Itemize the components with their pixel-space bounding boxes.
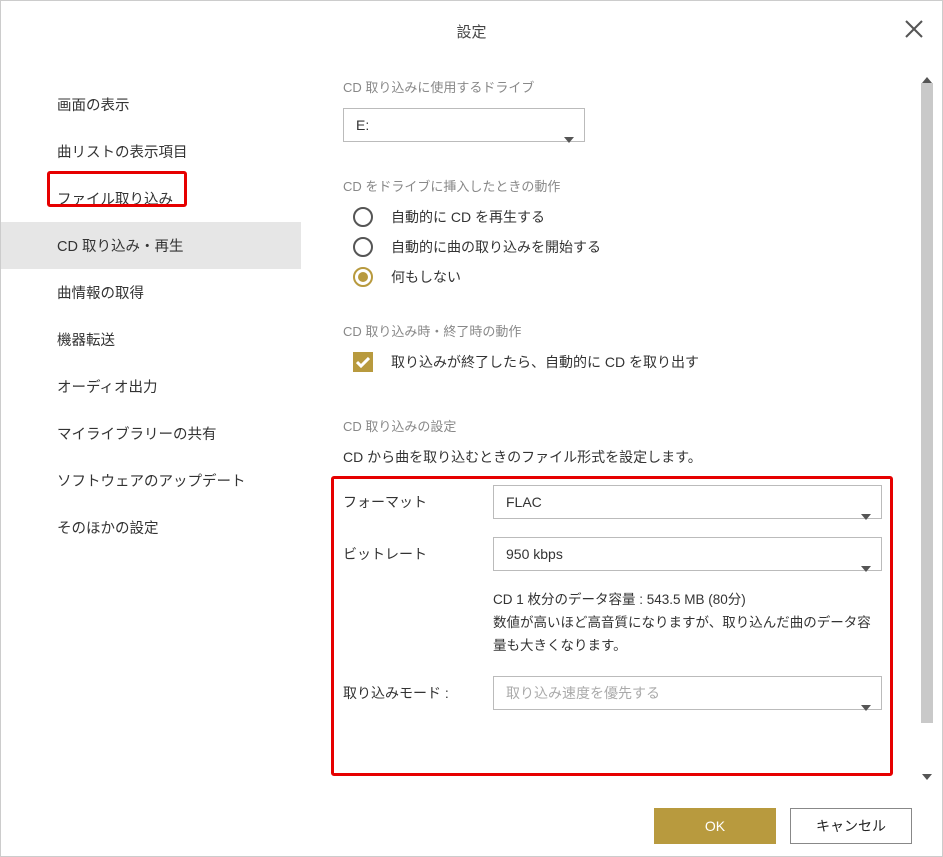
finish-heading: CD 取り込み時・終了時の動作 bbox=[343, 321, 882, 340]
sidebar-item-audio-output[interactable]: オーディオ出力 bbox=[1, 363, 301, 410]
radio-icon bbox=[353, 267, 373, 287]
scrollbar-thumb[interactable] bbox=[921, 83, 933, 723]
cancel-button[interactable]: キャンセル bbox=[790, 808, 912, 844]
mode-value: 取り込み速度を優先する bbox=[506, 685, 660, 701]
radio-do-nothing[interactable]: 何もしない bbox=[353, 267, 882, 287]
sidebar-item-software-update[interactable]: ソフトウェアのアップデート bbox=[1, 457, 301, 504]
radio-label: 自動的に曲の取り込みを開始する bbox=[391, 237, 601, 257]
sidebar-item-other[interactable]: そのほかの設定 bbox=[1, 504, 301, 551]
radio-icon bbox=[353, 207, 373, 227]
radio-auto-play[interactable]: 自動的に CD を再生する bbox=[353, 207, 882, 227]
size-note: CD 1 枚分のデータ容量 : 543.5 MB (80分) bbox=[493, 589, 882, 612]
dialog-title: 設定 bbox=[456, 24, 486, 41]
rip-heading: CD 取り込みの設定 bbox=[343, 416, 882, 435]
format-value: FLAC bbox=[506, 494, 542, 510]
check-label: 取り込みが終了したら、自動的に CD を取り出す bbox=[391, 352, 699, 372]
bitrate-value: 950 kbps bbox=[506, 546, 563, 562]
chevron-down-icon bbox=[564, 122, 574, 154]
sidebar-item-song-info[interactable]: 曲情報の取得 bbox=[1, 269, 301, 316]
chevron-down-icon bbox=[861, 499, 871, 531]
chevron-down-icon bbox=[861, 551, 871, 583]
close-button[interactable] bbox=[900, 19, 928, 47]
bitrate-select[interactable]: 950 kbps bbox=[493, 537, 882, 571]
radio-label: 自動的に CD を再生する bbox=[391, 207, 545, 227]
ok-button[interactable]: OK bbox=[654, 808, 776, 844]
sidebar-item-display[interactable]: 画面の表示 bbox=[1, 81, 301, 128]
sidebar-item-file-import[interactable]: ファイル取り込み bbox=[1, 175, 301, 222]
settings-dialog: 設定 画面の表示 曲リストの表示項目 ファイル取り込み CD 取り込み・再生 曲… bbox=[0, 0, 943, 857]
sidebar-item-cd-import-play[interactable]: CD 取り込み・再生 bbox=[1, 222, 301, 269]
settings-content: CD 取り込みに使用するドライブ E: CD をドライブに挿入したときの動作 自… bbox=[301, 51, 912, 796]
bitrate-label: ビットレート bbox=[343, 544, 483, 564]
scroll-down-button[interactable] bbox=[918, 768, 936, 786]
rip-desc: CD から曲を取り込むときのファイル形式を設定します。 bbox=[343, 447, 882, 467]
settings-sidebar: 画面の表示 曲リストの表示項目 ファイル取り込み CD 取り込み・再生 曲情報の… bbox=[1, 51, 301, 796]
quality-note: 数値が高いほど高音質になりますが、取り込んだ曲のデータ容量も大きくなります。 bbox=[493, 612, 882, 658]
radio-icon bbox=[353, 237, 373, 257]
drive-select[interactable]: E: bbox=[343, 108, 585, 142]
sidebar-item-library-share[interactable]: マイライブラリーの共有 bbox=[1, 410, 301, 457]
format-label: フォーマット bbox=[343, 492, 483, 512]
sidebar-item-songlist[interactable]: 曲リストの表示項目 bbox=[1, 128, 301, 175]
insert-heading: CD をドライブに挿入したときの動作 bbox=[343, 176, 882, 195]
check-auto-eject[interactable]: 取り込みが終了したら、自動的に CD を取り出す bbox=[353, 352, 882, 372]
format-select[interactable]: FLAC bbox=[493, 485, 882, 519]
radio-auto-import[interactable]: 自動的に曲の取り込みを開始する bbox=[353, 237, 882, 257]
mode-label: 取り込みモード : bbox=[343, 683, 483, 703]
drive-heading: CD 取り込みに使用するドライブ bbox=[343, 77, 882, 96]
chevron-down-icon bbox=[861, 690, 871, 722]
checkbox-icon bbox=[353, 352, 373, 372]
sidebar-item-device-transfer[interactable]: 機器転送 bbox=[1, 316, 301, 363]
radio-label: 何もしない bbox=[391, 267, 461, 287]
mode-select[interactable]: 取り込み速度を優先する bbox=[493, 676, 882, 710]
drive-select-value: E: bbox=[356, 117, 369, 133]
